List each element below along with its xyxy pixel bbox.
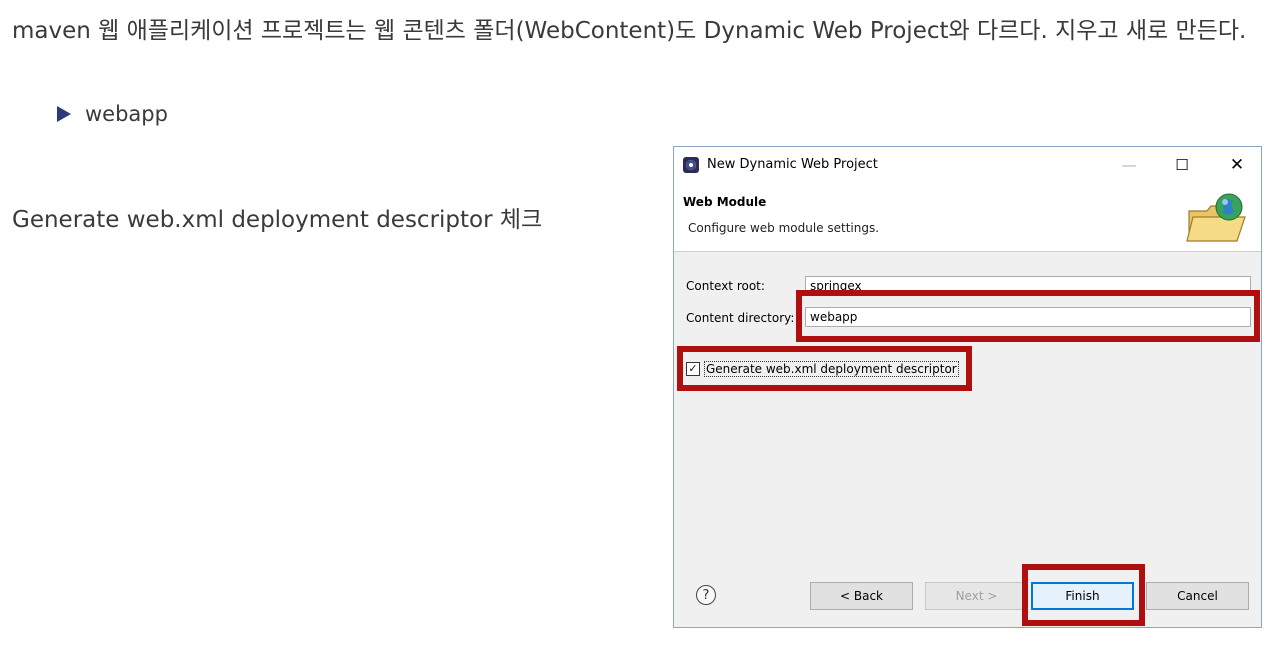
content-directory-highlight [796,290,1260,342]
globe-folder-icon [1186,193,1246,242]
bullet-item: webapp [57,102,168,126]
generate-webxml-highlight [677,346,972,391]
next-button: Next > [925,582,1028,610]
context-root-label: Context root: [686,279,765,293]
dialog-titlebar[interactable]: New Dynamic Web Project — ☐ ✕ [674,147,1261,183]
bullet-triangle-icon [57,106,71,122]
wizard-banner: Web Module Configure web module settings… [674,183,1261,252]
banner-title: Web Module [683,195,767,209]
back-button[interactable]: < Back [810,582,913,610]
minimize-button[interactable]: — [1106,147,1152,183]
banner-subtitle: Configure web module settings. [688,221,880,235]
instruction-note: Generate web.xml deployment descriptor 체… [12,207,543,233]
cancel-button[interactable]: Cancel [1146,582,1249,610]
finish-button-highlight [1022,564,1145,626]
maximize-button[interactable]: ☐ [1159,147,1205,183]
slide-heading: maven 웹 애플리케이션 프로젝트는 웹 콘텐츠 폴더(WebContent… [12,18,1247,44]
close-button[interactable]: ✕ [1214,147,1260,183]
bullet-text: webapp [85,102,168,126]
dialog-title: New Dynamic Web Project [707,157,878,172]
content-directory-label: Content directory: [686,311,795,325]
eclipse-app-icon [683,157,699,173]
help-icon[interactable]: ? [696,585,716,605]
